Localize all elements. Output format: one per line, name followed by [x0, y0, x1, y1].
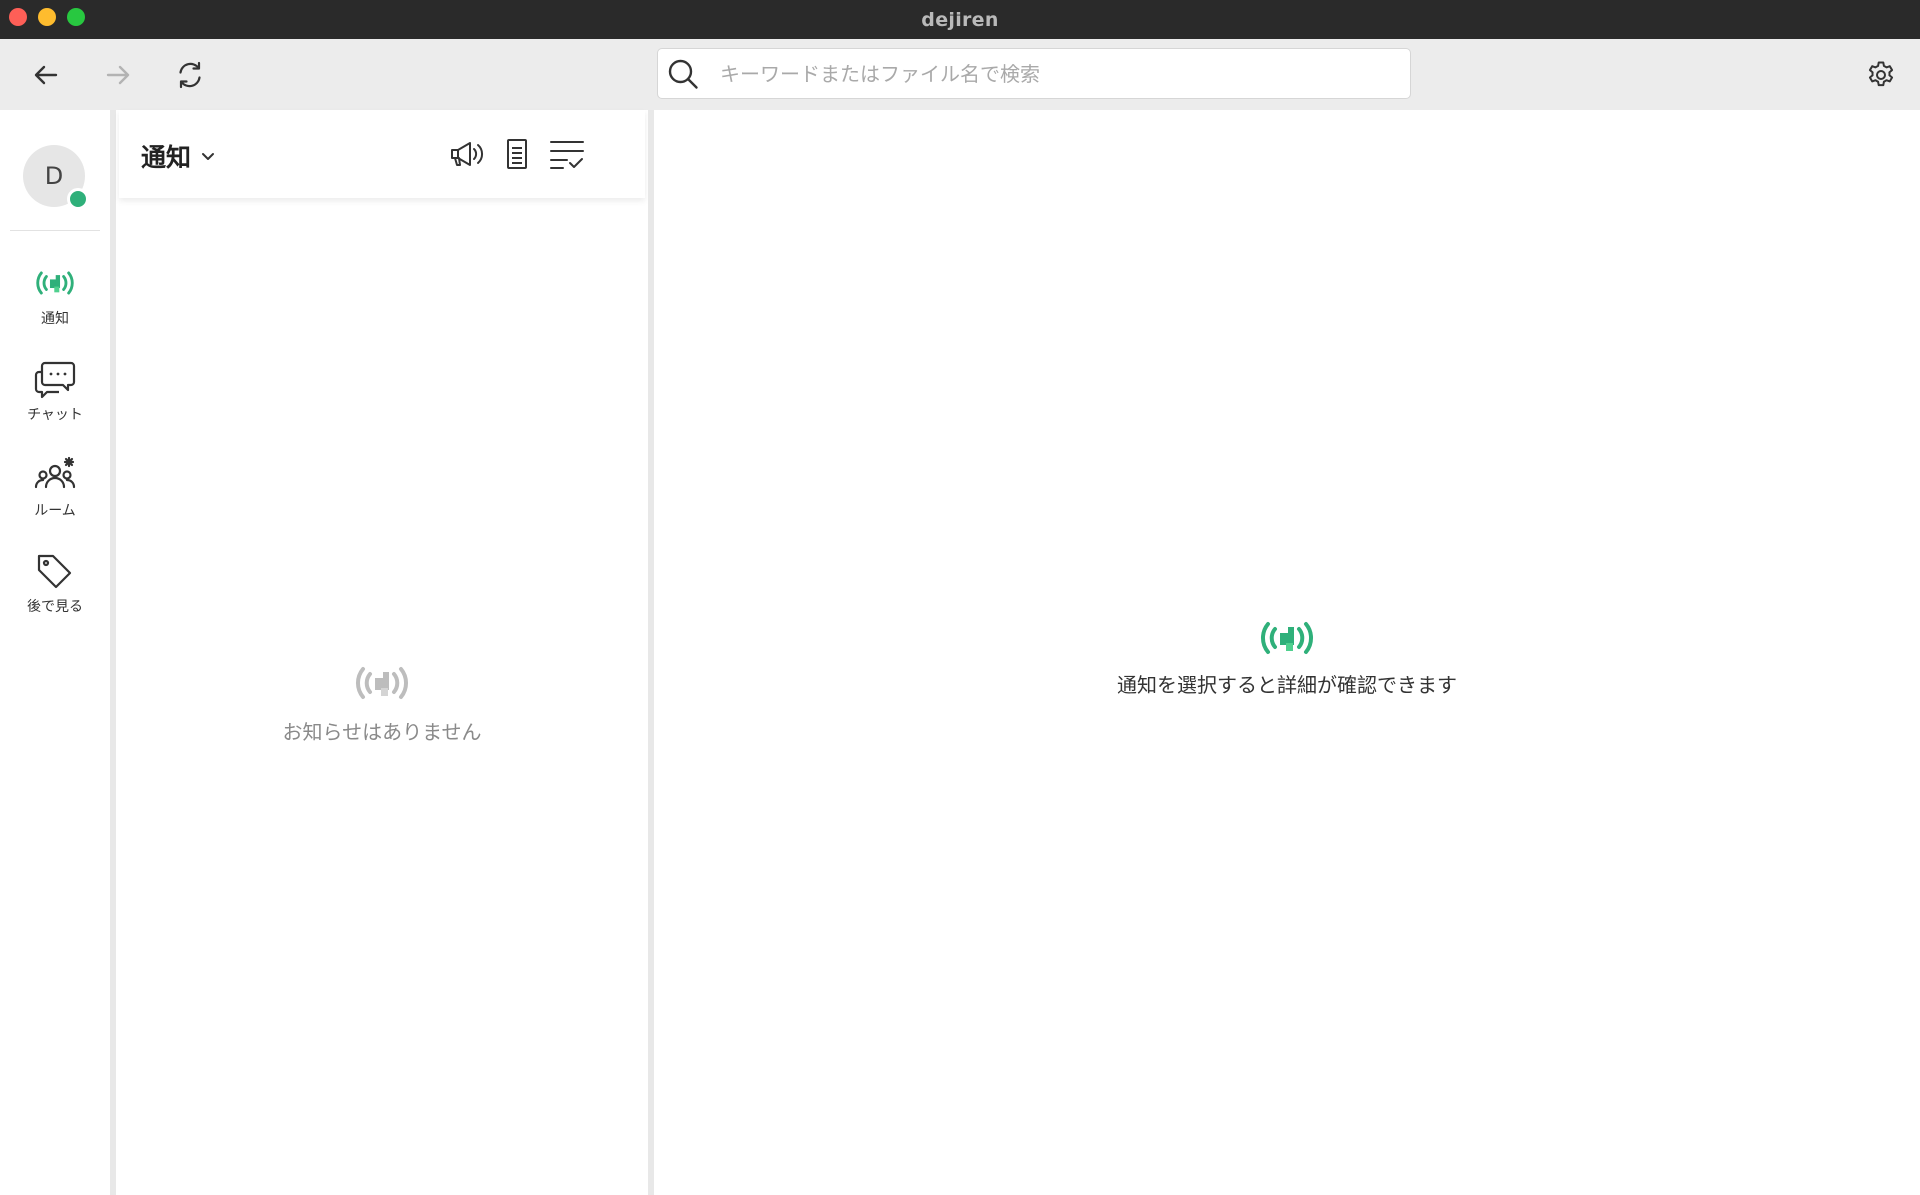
sidebar-item-later[interactable]: 後で見る: [0, 550, 110, 630]
sidebar-nav: D 通知 チャット ルーム 後で見る: [0, 110, 116, 1195]
reload-button[interactable]: [170, 55, 210, 95]
back-button[interactable]: [26, 55, 66, 95]
chat-bubbles-icon: [34, 361, 76, 399]
room-people-icon: [34, 456, 76, 489]
mark-all-read-button[interactable]: [547, 134, 587, 174]
empty-list-message: お知らせはありません: [282, 720, 482, 744]
megaphone-icon: [451, 142, 484, 166]
empty-list-state: お知らせはありません: [116, 660, 648, 745]
sidebar-item-chat[interactable]: チャット: [0, 358, 110, 438]
notification-broadcast-icon: [36, 271, 74, 295]
gear-icon: [1868, 61, 1894, 87]
document-button[interactable]: [497, 134, 537, 174]
announcement-button[interactable]: [447, 134, 487, 174]
arrow-left-icon: [34, 65, 58, 85]
checklist-icon: [550, 141, 584, 169]
window-title: dejiren: [921, 8, 999, 31]
sidebar-item-label: チャット: [27, 407, 83, 423]
sidebar-divider: [10, 230, 100, 231]
settings-button[interactable]: [1861, 55, 1901, 95]
presence-status-dot: [67, 188, 89, 210]
empty-detail-state: 通知を選択すると詳細が確認できます: [654, 615, 1920, 698]
forward-button[interactable]: [98, 55, 138, 95]
sidebar-item-label: 通知: [41, 311, 69, 327]
maximize-window-button[interactable]: [67, 8, 85, 26]
notification-broadcast-icon: [355, 667, 409, 699]
chevron-down-icon: [202, 153, 215, 160]
notification-broadcast-icon: [1260, 622, 1314, 654]
refresh-icon: [179, 61, 201, 89]
arrow-right-icon: [106, 65, 130, 85]
list-header: 通知: [119, 110, 645, 198]
toolbar: [0, 39, 1920, 110]
notification-detail-pane: 通知を選択すると詳細が確認できます: [654, 110, 1920, 1195]
window-titlebar: dejiren: [0, 0, 1920, 39]
avatar-initial: D: [44, 162, 64, 190]
sidebar-item-notifications[interactable]: 通知: [0, 262, 110, 342]
window-controls: [9, 8, 85, 26]
list-title: 通知: [141, 143, 192, 172]
sidebar-item-rooms[interactable]: ルーム: [0, 454, 110, 534]
search-bar[interactable]: [657, 48, 1411, 99]
tag-icon: [37, 554, 72, 589]
notification-filter-dropdown[interactable]: 通知: [141, 138, 217, 174]
sidebar-item-label: 後で見る: [27, 599, 83, 615]
close-window-button[interactable]: [9, 8, 27, 26]
search-icon: [668, 59, 698, 89]
avatar[interactable]: D: [23, 145, 89, 210]
sidebar-item-label: ルーム: [34, 503, 76, 519]
notification-list-pane: 通知 お知らせはありません: [116, 110, 648, 1195]
document-icon: [507, 139, 527, 169]
empty-detail-message: 通知を選択すると詳細が確認できます: [1117, 673, 1457, 697]
minimize-window-button[interactable]: [38, 8, 56, 26]
search-input[interactable]: [718, 48, 1410, 99]
